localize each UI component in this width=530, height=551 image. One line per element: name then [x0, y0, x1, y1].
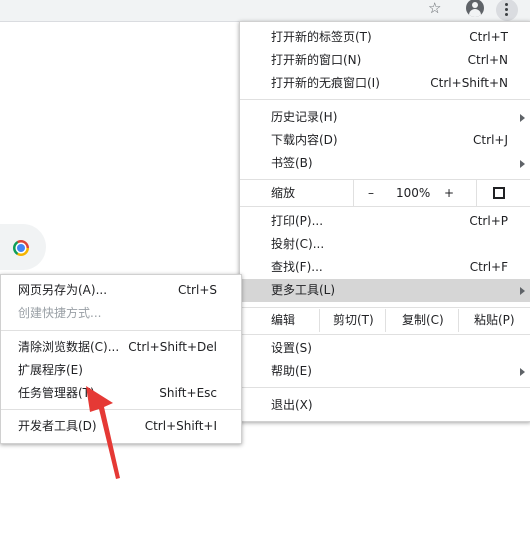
submenu-item-save-page[interactable]: 网页另存为(A)... Ctrl+S — [1, 279, 241, 302]
zoom-out-button[interactable]: – — [368, 180, 374, 206]
paste-button[interactable]: 粘贴(P) — [474, 309, 515, 332]
menu-item-new-incognito[interactable]: 打开新的无痕窗口(I) Ctrl+Shift+N — [240, 72, 530, 95]
browser-toolbar: ☆ — [0, 0, 530, 22]
menu-separator — [240, 99, 530, 100]
menu-item-label: 打开新的无痕窗口(I) — [271, 76, 380, 90]
menu-item-settings[interactable]: 设置(S) — [240, 337, 530, 360]
submenu-arrow-icon — [520, 114, 525, 122]
menu-item-label: 下载内容(D) — [271, 133, 338, 147]
menu-item-shortcut: Ctrl+J — [473, 133, 508, 147]
menu-item-shortcut: Ctrl+F — [469, 260, 508, 274]
menu-item-cast[interactable]: 投射(C)... — [240, 233, 530, 256]
menu-item-shortcut: Ctrl+T — [469, 30, 508, 44]
menu-item-shortcut: Shift+Esc — [159, 386, 217, 400]
menu-item-label: 更多工具(L) — [271, 283, 336, 297]
cut-button[interactable]: 剪切(T) — [333, 309, 374, 332]
menu-item-label: 书签(B) — [271, 156, 313, 170]
menu-item-shortcut: Ctrl+Shift+N — [430, 76, 508, 90]
menu-item-new-tab[interactable]: 打开新的标签页(T) Ctrl+T — [240, 26, 530, 49]
menu-item-help[interactable]: 帮助(E) — [240, 360, 530, 383]
menu-item-label: 清除浏览数据(C)... — [18, 340, 120, 354]
menu-separator — [240, 334, 530, 335]
profile-icon[interactable] — [466, 0, 484, 17]
zoom-level: 100% — [396, 186, 431, 200]
menu-item-find[interactable]: 查找(F)... Ctrl+F — [240, 256, 530, 279]
menu-item-label: 退出(X) — [271, 398, 313, 412]
menu-separator — [240, 307, 530, 308]
menu-item-label: 查找(F)... — [271, 260, 323, 274]
chrome-logo-icon — [13, 240, 29, 256]
menu-item-new-window[interactable]: 打开新的窗口(N) Ctrl+N — [240, 49, 530, 72]
edit-label: 编辑 — [271, 313, 296, 327]
menu-item-shortcut: Ctrl+Shift+Del — [128, 340, 217, 354]
edit-row: 编辑 剪切(T) 复制(C) 粘贴(P) — [240, 309, 530, 332]
menu-item-shortcut: Ctrl+P — [469, 214, 508, 228]
more-vert-icon[interactable] — [496, 0, 518, 21]
menu-separator — [1, 330, 241, 331]
menu-separator — [240, 387, 530, 388]
menu-item-downloads[interactable]: 下载内容(D) Ctrl+J — [240, 129, 530, 152]
menu-item-label: 历史记录(H) — [271, 110, 338, 124]
menu-item-label: 扩展程序(E) — [18, 363, 83, 377]
menu-item-label: 网页另存为(A)... — [18, 283, 108, 297]
menu-item-print[interactable]: 打印(P)... Ctrl+P — [240, 210, 530, 233]
zoom-row: 缩放 – 100% + — [240, 180, 530, 206]
menu-item-label: 开发者工具(D) — [18, 419, 97, 433]
menu-item-label: 打开新的窗口(N) — [271, 53, 362, 67]
more-tools-submenu: 网页另存为(A)... Ctrl+S 创建快捷方式... 清除浏览数据(C)..… — [0, 274, 242, 444]
menu-item-label: 打开新的标签页(T) — [271, 30, 372, 44]
copy-button[interactable]: 复制(C) — [402, 309, 444, 332]
submenu-item-extensions[interactable]: 扩展程序(E) — [1, 359, 241, 382]
menu-item-bookmarks[interactable]: 书签(B) — [240, 152, 530, 175]
menu-item-label: 任务管理器(T) — [18, 386, 95, 400]
menu-item-exit[interactable]: 退出(X) — [240, 394, 530, 417]
menu-item-label: 帮助(E) — [271, 364, 312, 378]
menu-separator — [240, 206, 530, 207]
fullscreen-icon[interactable] — [493, 187, 505, 199]
menu-item-label: 打印(P)... — [271, 214, 324, 228]
menu-item-label: 投射(C)... — [271, 237, 325, 251]
submenu-arrow-icon — [520, 287, 525, 295]
menu-item-history[interactable]: 历史记录(H) — [240, 106, 530, 129]
submenu-arrow-icon — [520, 160, 525, 168]
submenu-item-task-manager[interactable]: 任务管理器(T) Shift+Esc — [1, 382, 241, 405]
menu-separator — [1, 409, 241, 410]
submenu-item-clear-data[interactable]: 清除浏览数据(C)... Ctrl+Shift+Del — [1, 336, 241, 359]
menu-item-shortcut: Ctrl+S — [177, 283, 217, 297]
menu-item-shortcut: Ctrl+N — [467, 53, 508, 67]
zoom-in-button[interactable]: + — [444, 180, 454, 206]
menu-item-label: 设置(S) — [271, 341, 312, 355]
zoom-label: 缩放 — [271, 186, 296, 200]
submenu-arrow-icon — [520, 368, 525, 376]
submenu-item-create-shortcut: 创建快捷方式... — [1, 302, 241, 325]
menu-item-label: 创建快捷方式... — [18, 306, 102, 320]
menu-item-more-tools[interactable]: 更多工具(L) — [240, 279, 530, 302]
submenu-item-dev-tools[interactable]: 开发者工具(D) Ctrl+Shift+I — [1, 415, 241, 438]
star-icon[interactable]: ☆ — [428, 0, 441, 17]
chrome-main-menu: 打开新的标签页(T) Ctrl+T 打开新的窗口(N) Ctrl+N 打开新的无… — [239, 21, 530, 422]
menu-item-shortcut: Ctrl+Shift+I — [144, 419, 217, 433]
